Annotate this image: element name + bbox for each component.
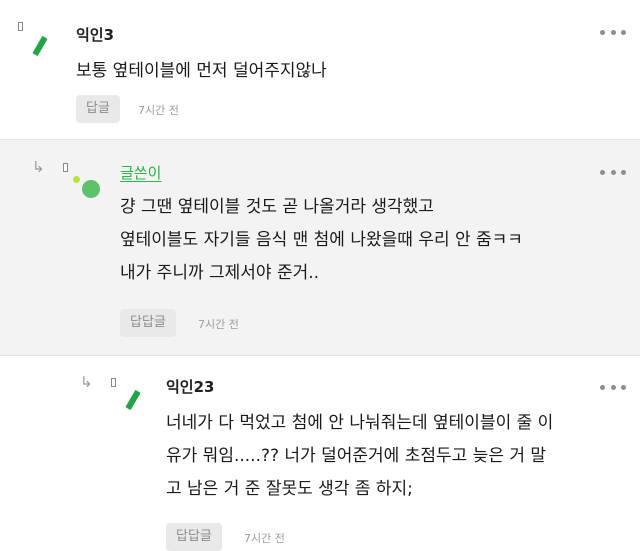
indicator-icon bbox=[18, 22, 23, 31]
avatar-icon bbox=[32, 35, 48, 57]
indicator-icon bbox=[63, 163, 68, 172]
comment-text: 너네가 다 먹었고 첨에 안 나눠줘는데 옆테이블이 줄 이 유가 뭐임....… bbox=[166, 413, 554, 499]
comment-item-author: ↳ 글쓴이 걍 그땐 옆테이블 것도 곧 나올거라 생각했고 옆테이블도 자기들… bbox=[0, 140, 640, 355]
more-options-icon[interactable] bbox=[600, 27, 626, 37]
reply-button[interactable]: 답답글 bbox=[120, 309, 176, 337]
comment-text: 걍 그땐 옆테이블 것도 곧 나올거라 생각했고 옆테이블도 자기들 음식 맨 … bbox=[120, 197, 523, 283]
reply-button[interactable]: 답답글 bbox=[166, 523, 222, 551]
comment-item: ↳ 익인23 너네가 다 먹었고 첨에 안 나눠줘는데 옆테이블이 줄 이 유가… bbox=[0, 355, 640, 551]
comment-nickname[interactable]: 익인3 bbox=[76, 24, 114, 45]
comment-time: 7시간 전 bbox=[198, 318, 239, 331]
more-options-icon[interactable] bbox=[600, 382, 626, 392]
avatar-icon bbox=[82, 180, 100, 198]
more-options-icon[interactable] bbox=[600, 167, 626, 177]
indicator-icon bbox=[111, 378, 116, 387]
reply-arrow-icon: ↳ bbox=[80, 373, 93, 391]
comment-time: 7시간 전 bbox=[244, 532, 285, 545]
reply-button[interactable]: 답글 bbox=[76, 95, 120, 123]
comment-nickname[interactable]: 익인23 bbox=[166, 376, 214, 397]
comment-text: 보통 옆테이블에 먼저 덜어주지않나 bbox=[76, 61, 327, 81]
comment-time: 7시간 전 bbox=[138, 104, 179, 117]
avatar-icon bbox=[73, 176, 80, 183]
avatar-icon bbox=[125, 389, 141, 411]
reply-arrow-icon: ↳ bbox=[32, 158, 45, 176]
comment-item: 익인3 보통 옆테이블에 먼저 덜어주지않나 답글 7시간 전 bbox=[0, 0, 640, 140]
comment-nickname[interactable]: 글쓴이 bbox=[120, 162, 161, 183]
